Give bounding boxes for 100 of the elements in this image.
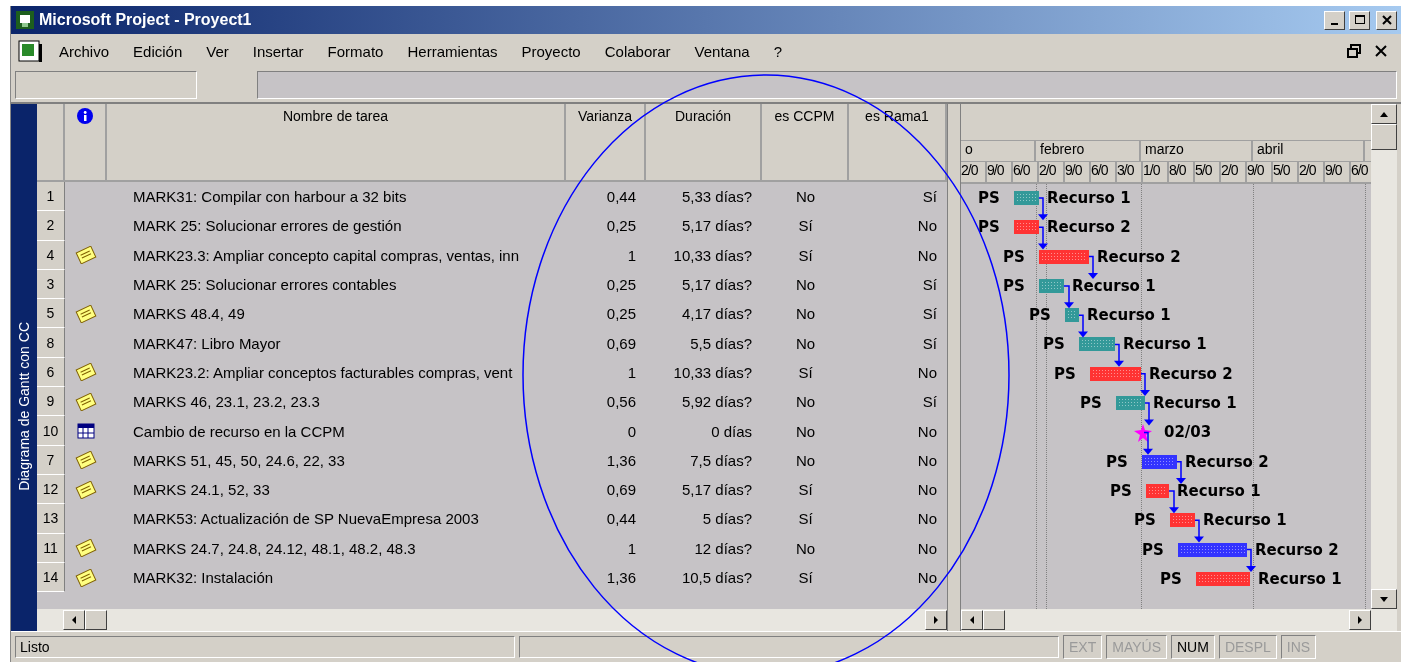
table-cell: 1,36 xyxy=(566,562,646,593)
table-cell: 0,25 xyxy=(566,211,646,241)
minimize-icon xyxy=(1331,23,1338,25)
menu-item[interactable]: Ver xyxy=(194,42,241,60)
column-header[interactable]: Varianza xyxy=(566,104,646,182)
menu-item[interactable]: Herramientas xyxy=(395,42,510,60)
table-cell: 1,36 xyxy=(566,445,646,475)
table-cell: No xyxy=(849,240,947,270)
bar-prefix: PS xyxy=(1110,481,1132,500)
task-name-cell: MARKS 46, 23.1, 23.2, 23.3 xyxy=(107,387,566,417)
task-bar[interactable] xyxy=(1178,542,1247,557)
table-cell: 0,25 xyxy=(566,299,646,329)
row-number[interactable]: 5 xyxy=(37,299,65,329)
resource-label: Recurso 1 xyxy=(1072,276,1156,295)
month-header: marzo xyxy=(1141,141,1253,161)
table-cell: No xyxy=(849,416,947,446)
menu-item[interactable]: Ventana xyxy=(682,42,762,60)
minimize-button[interactable] xyxy=(1324,10,1345,30)
menu-item[interactable]: Archivo xyxy=(47,42,122,60)
week-header: 8/0 xyxy=(1169,162,1195,182)
bar-prefix: PS xyxy=(1003,247,1025,266)
menu-item[interactable]: Proyecto xyxy=(509,42,593,60)
scroll-down-button[interactable] xyxy=(1371,589,1397,609)
menu-item[interactable]: Formato xyxy=(315,42,396,60)
close-icon[interactable] xyxy=(1375,45,1387,57)
row-number[interactable]: 6 xyxy=(37,357,65,388)
week-header: 2/0 xyxy=(961,162,987,182)
resource-label: Recurso 2 xyxy=(1185,452,1269,471)
scroll-up-button[interactable] xyxy=(1371,104,1397,124)
column-header[interactable]: es CCPM xyxy=(762,104,849,182)
bar-prefix: PS xyxy=(1029,306,1051,325)
table-cell: 0,56 xyxy=(566,387,646,417)
table-cell: Sí xyxy=(849,328,947,358)
task-bar[interactable] xyxy=(1142,454,1177,469)
bar-prefix: PS xyxy=(1134,511,1156,530)
table-cell: No xyxy=(762,269,849,300)
week-header: 9/0 xyxy=(1325,162,1351,182)
table-cell: No xyxy=(849,504,947,534)
row-number[interactable]: 14 xyxy=(37,562,65,593)
table-cell: 5,17 días? xyxy=(646,211,762,241)
menu-item[interactable]: Insertar xyxy=(240,42,316,60)
indicator-header[interactable] xyxy=(65,104,107,182)
table-cell: No xyxy=(762,416,849,446)
column-header[interactable]: Nombre de tarea xyxy=(107,104,566,182)
row-number[interactable]: 1 xyxy=(37,182,65,212)
row-number[interactable]: 13 xyxy=(37,504,65,534)
view-label: Diagrama de Gantt con CC xyxy=(16,322,32,491)
row-number[interactable]: 2 xyxy=(37,211,65,241)
task-name-cell: MARK47: Libro Mayor xyxy=(107,328,566,358)
entry-field[interactable] xyxy=(256,71,1397,99)
milestone-star-icon[interactable] xyxy=(1134,424,1152,443)
resource-label: Recurso 2 xyxy=(1255,540,1339,559)
week-header: 5/0 xyxy=(1195,162,1221,182)
scroll-left-button[interactable] xyxy=(63,610,85,630)
table-cell: Sí xyxy=(762,474,849,505)
table-cell: 4,17 días? xyxy=(646,299,762,329)
bar-prefix: PS xyxy=(1080,394,1102,413)
row-number[interactable]: 3 xyxy=(37,269,65,300)
arrow-right-icon xyxy=(931,615,941,625)
resource-label: Recurso 2 xyxy=(1097,247,1181,266)
task-name-cell: MARK 25: Solucionar errores de gestión xyxy=(107,211,566,241)
row-number[interactable]: 8 xyxy=(37,328,65,358)
scroll-right-button[interactable] xyxy=(1349,610,1371,630)
table-cell: 5,92 días? xyxy=(646,387,762,417)
scroll-right-button[interactable] xyxy=(925,610,947,630)
scroll-left-button[interactable] xyxy=(961,610,983,630)
scroll-thumb[interactable] xyxy=(85,610,107,630)
week-header: 2/0 xyxy=(1039,162,1065,182)
menu-item[interactable]: Edición xyxy=(121,42,195,60)
column-header[interactable]: Duración xyxy=(646,104,762,182)
row-number[interactable]: 9 xyxy=(37,387,65,417)
row-number[interactable]: 10 xyxy=(37,416,65,446)
name-field[interactable] xyxy=(15,71,197,99)
select-all-cell[interactable] xyxy=(37,104,65,182)
table-cell: 5,17 días? xyxy=(646,269,762,300)
restore-icon[interactable] xyxy=(1347,44,1361,58)
row-number[interactable]: 12 xyxy=(37,474,65,505)
close-button[interactable] xyxy=(1376,10,1397,30)
scroll-thumb[interactable] xyxy=(1371,124,1397,150)
table-cell: No xyxy=(762,299,849,329)
maximize-button[interactable] xyxy=(1349,10,1370,30)
menu-item[interactable]: Colaborar xyxy=(592,42,683,60)
menu-item[interactable]: ? xyxy=(761,42,794,60)
milestone-date: 02/03 xyxy=(1164,423,1212,442)
bar-prefix: PS xyxy=(978,218,1000,237)
status-indicator: EXT xyxy=(1063,635,1103,659)
row-number[interactable]: 4 xyxy=(37,240,65,270)
table-cell: Sí xyxy=(849,387,947,417)
row-number[interactable]: 7 xyxy=(37,445,65,475)
table-cell: 5 días? xyxy=(646,504,762,534)
table-cell: Sí xyxy=(762,504,849,534)
resource-label: Recurso 1 xyxy=(1258,569,1342,588)
table-cell: Sí xyxy=(849,182,947,212)
scroll-thumb[interactable] xyxy=(983,610,1005,630)
table-cell: 0 días xyxy=(646,416,762,446)
resource-label: Recurso 1 xyxy=(1087,306,1171,325)
table-cell: Sí xyxy=(762,357,849,388)
maximize-icon xyxy=(1354,15,1365,25)
row-number[interactable]: 11 xyxy=(37,533,65,563)
task-name-cell: MARK 25: Solucionar errores contables xyxy=(107,269,566,300)
